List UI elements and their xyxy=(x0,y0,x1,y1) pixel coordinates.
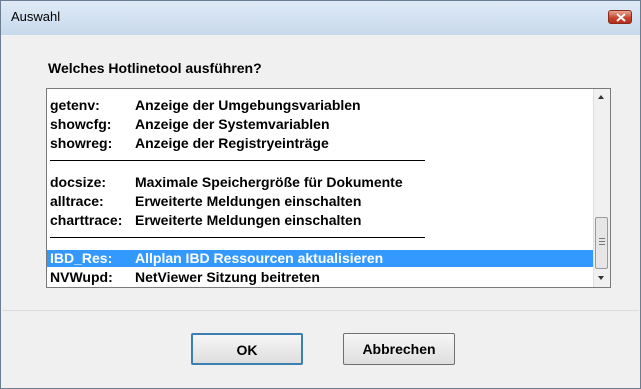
item-code: getenv: xyxy=(50,97,100,113)
title-bar[interactable]: Auswahl xyxy=(1,1,640,35)
scroll-down-icon[interactable] xyxy=(598,276,604,280)
item-code: charttrace: xyxy=(50,212,123,228)
item-code: NVWupd: xyxy=(50,269,113,285)
grip-line xyxy=(599,241,605,242)
scroll-thumb[interactable] xyxy=(595,217,608,269)
vertical-scrollbar[interactable] xyxy=(593,89,610,287)
list-item-selected[interactable]: IBD_Res: Allplan IBD Ressourcen aktualis… xyxy=(47,250,595,267)
list-item[interactable]: showcfg: Anzeige der Systemvariablen xyxy=(47,116,595,133)
prompt-label: Welches Hotlinetool ausführen? xyxy=(48,60,262,76)
item-code: IBD_Res: xyxy=(50,250,113,266)
cancel-button[interactable]: Abbrechen xyxy=(343,333,455,365)
item-code: showcfg: xyxy=(50,116,112,132)
item-code: alltrace: xyxy=(50,193,104,209)
window-title: Auswahl xyxy=(11,9,61,24)
ok-button[interactable]: OK xyxy=(191,333,303,365)
list-item[interactable]: docsize: Maximale Speichergröße für Doku… xyxy=(47,174,595,191)
item-description: NetViewer Sitzung beitreten xyxy=(135,269,320,285)
dialog-window: Auswahl Welches Hotlinetool ausführen? g… xyxy=(0,0,641,389)
item-code: docsize: xyxy=(50,174,107,190)
item-description: Anzeige der Systemvariablen xyxy=(135,116,330,132)
list-item[interactable]: alltrace: Erweiterte Meldungen einschalt… xyxy=(47,193,595,210)
tool-listbox[interactable]: getenv: Anzeige der Umgebungsvariablen s… xyxy=(46,88,611,288)
item-description: Anzeige der Umgebungsvariablen xyxy=(135,97,361,113)
item-description: Maximale Speichergröße für Dokumente xyxy=(135,174,403,190)
item-description: Erweiterte Meldungen einschalten xyxy=(135,193,362,209)
item-description: Allplan IBD Ressourcen aktualisieren xyxy=(135,250,384,266)
list-item[interactable]: NVWupd: NetViewer Sitzung beitreten xyxy=(47,269,595,286)
item-description: Anzeige der Registryeinträge xyxy=(135,135,329,151)
scroll-up-icon[interactable] xyxy=(598,95,604,99)
list-item[interactable]: showreg: Anzeige der Registryeinträge xyxy=(47,135,595,152)
list-item[interactable]: charttrace: Erweiterte Meldungen einscha… xyxy=(47,212,595,229)
close-button[interactable] xyxy=(608,10,632,24)
list-item[interactable]: getenv: Anzeige der Umgebungsvariablen xyxy=(47,97,595,114)
list-separator xyxy=(50,237,425,238)
list-separator xyxy=(50,160,425,161)
item-description: Erweiterte Meldungen einschalten xyxy=(135,212,362,228)
footer-divider xyxy=(2,310,639,311)
grip-line xyxy=(599,238,605,239)
grip-line xyxy=(599,244,605,245)
item-code: showreg: xyxy=(50,135,113,151)
close-icon xyxy=(616,13,626,22)
